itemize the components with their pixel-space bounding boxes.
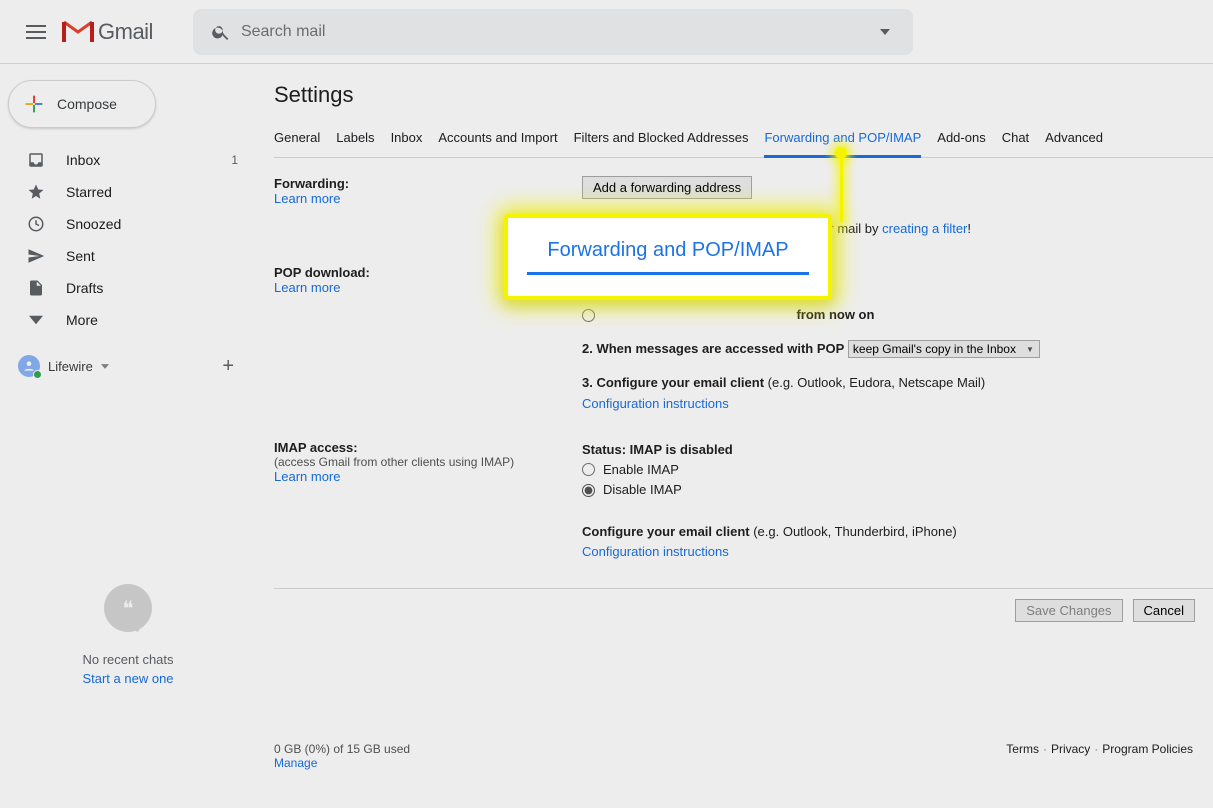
hangouts-account-label: Lifewire [48, 359, 93, 374]
sidebar-item-snoozed[interactable]: Snoozed [0, 208, 256, 240]
chevron-down-icon [26, 310, 46, 330]
pop-step2-label: 2. When messages are accessed with POP [582, 341, 844, 356]
tab-general[interactable]: General [274, 124, 320, 157]
imap-disable-label: Disable IMAP [603, 480, 682, 500]
inbox-icon [26, 150, 46, 170]
manage-storage-link[interactable]: Manage [274, 756, 317, 770]
imap-config-instructions-link[interactable]: Configuration instructions [582, 544, 729, 559]
imap-learn-more-link[interactable]: Learn more [274, 469, 340, 484]
tab-accounts[interactable]: Accounts and Import [438, 124, 557, 157]
creating-filter-link[interactable]: creating a filter [882, 221, 967, 236]
imap-heading: IMAP access: [274, 440, 582, 455]
callout-connector-line [840, 150, 843, 222]
tab-filters[interactable]: Filters and Blocked Addresses [574, 124, 749, 157]
tab-inbox[interactable]: Inbox [391, 124, 423, 157]
imap-status-label: Status: [582, 442, 630, 457]
compose-label: Compose [57, 96, 117, 112]
sidebar-item-inbox[interactable]: Inbox 1 [0, 144, 256, 176]
search-icon [201, 22, 241, 42]
file-icon [26, 278, 46, 298]
privacy-link[interactable]: Privacy [1051, 742, 1090, 756]
storage-text: 0 GB (0%) of 15 GB used [274, 742, 410, 756]
page-title: Settings [274, 82, 1213, 108]
pop-from-now-on-text: from now on [796, 305, 874, 325]
send-icon [26, 246, 46, 266]
add-forwarding-address-button[interactable]: Add a forwarding address [582, 176, 752, 199]
pop-step3-note: (e.g. Outlook, Eudora, Netscape Mail) [764, 375, 985, 390]
star-icon [26, 182, 46, 202]
gmail-logo[interactable]: Gmail [62, 19, 153, 45]
compose-button[interactable]: Compose [8, 80, 156, 128]
sidebar-item-label: Starred [66, 184, 112, 200]
imap-enable-radio[interactable] [582, 463, 595, 476]
no-chats-text: No recent chats [0, 652, 256, 667]
new-chat-button[interactable]: + [222, 355, 234, 378]
forwarding-learn-more-link[interactable]: Learn more [274, 191, 340, 206]
caret-down-icon [101, 364, 109, 369]
hangouts-account-row[interactable]: Lifewire + [0, 348, 256, 384]
hamburger-menu-button[interactable] [12, 8, 60, 56]
program-policies-link[interactable]: Program Policies [1102, 742, 1193, 756]
tab-addons[interactable]: Add-ons [937, 124, 985, 157]
tab-advanced[interactable]: Advanced [1045, 124, 1103, 157]
sidebar-item-label: Inbox [66, 152, 100, 168]
sidebar-item-label: Sent [66, 248, 95, 264]
pop-learn-more-link[interactable]: Learn more [274, 280, 340, 295]
imap-configure-note: (e.g. Outlook, Thunderbird, iPhone) [750, 524, 957, 539]
search-bar[interactable] [193, 9, 913, 55]
sidebar-item-label: Snoozed [66, 216, 121, 232]
settings-tabs: General Labels Inbox Accounts and Import… [274, 124, 1213, 158]
sidebar-item-starred[interactable]: Starred [0, 176, 256, 208]
clock-icon [26, 214, 46, 234]
pop-enable-from-now-radio[interactable] [582, 309, 595, 322]
pop-config-instructions-link[interactable]: Configuration instructions [582, 396, 729, 411]
avatar [18, 355, 40, 377]
save-changes-button[interactable]: Save Changes [1015, 599, 1122, 622]
sidebar-item-drafts[interactable]: Drafts [0, 272, 256, 304]
sidebar-item-label: More [66, 312, 98, 328]
menu-icon [26, 25, 46, 39]
caret-down-icon [880, 29, 890, 35]
inbox-count: 1 [231, 153, 238, 167]
tab-labels[interactable]: Labels [336, 124, 374, 157]
search-input[interactable] [241, 23, 865, 41]
imap-disable-radio[interactable] [582, 484, 595, 497]
imap-subtext: (access Gmail from other clients using I… [274, 455, 582, 469]
pop-step3-label: 3. Configure your email client [582, 375, 764, 390]
gmail-logo-text: Gmail [98, 19, 153, 45]
compose-plus-icon [23, 93, 45, 115]
search-options-button[interactable] [865, 29, 905, 35]
tab-chat[interactable]: Chat [1002, 124, 1029, 157]
sidebar-item-more[interactable]: More [0, 304, 256, 336]
imap-enable-label: Enable IMAP [603, 460, 679, 480]
cancel-button[interactable]: Cancel [1133, 599, 1195, 622]
terms-link[interactable]: Terms [1006, 742, 1039, 756]
sidebar-item-label: Drafts [66, 280, 103, 296]
sidebar-item-sent[interactable]: Sent [0, 240, 256, 272]
gmail-logo-icon [62, 20, 94, 44]
imap-configure-label: Configure your email client [582, 524, 750, 539]
pop-action-select[interactable]: keep Gmail's copy in the Inbox [848, 340, 1040, 358]
start-chat-link[interactable]: Start a new one [0, 671, 256, 686]
forwarding-heading: Forwarding: [274, 176, 582, 191]
callout-highlight: Forwarding and POP/IMAP [504, 214, 832, 300]
hangouts-icon: ❝ [104, 584, 152, 632]
callout-text: Forwarding and POP/IMAP [527, 239, 809, 275]
presence-dot-icon [33, 370, 42, 379]
imap-status-value: IMAP is disabled [630, 442, 733, 457]
